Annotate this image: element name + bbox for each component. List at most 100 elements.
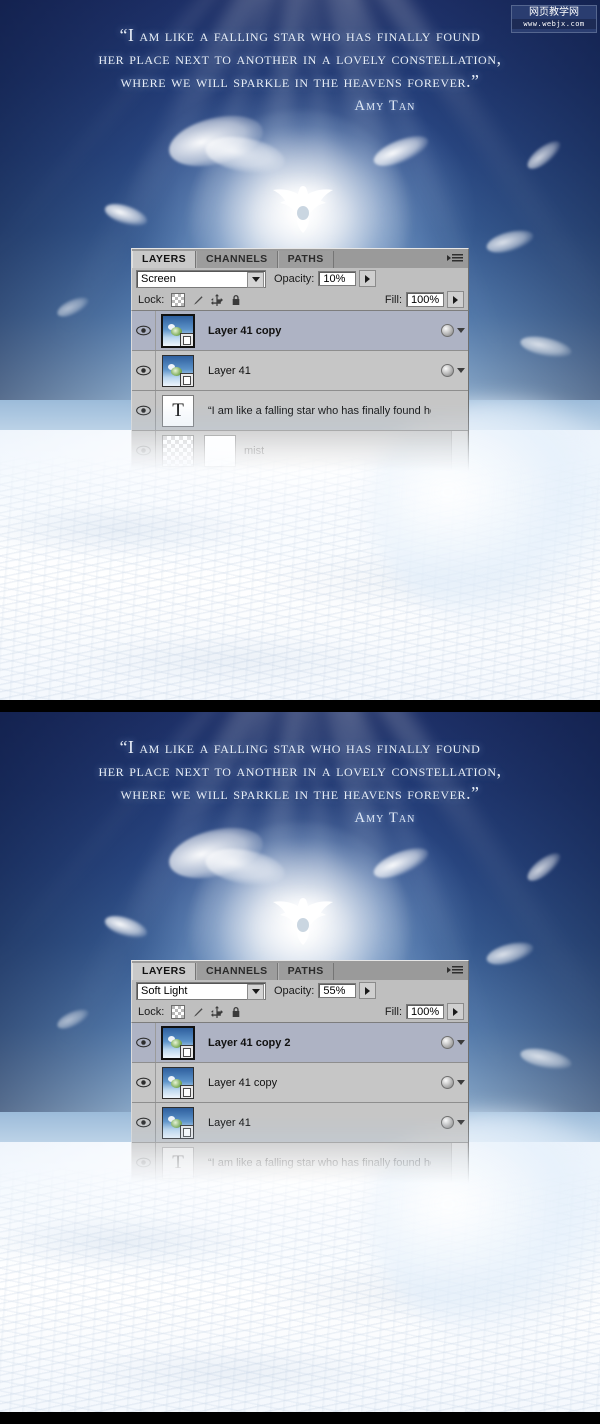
layer-name[interactable]: Layer 41 — [200, 365, 431, 377]
layer-name[interactable]: “I am like a falling star who has finall… — [200, 405, 431, 417]
layer-name[interactable]: Layer 41 — [200, 1117, 431, 1129]
layer-thumbnail-cell[interactable]: T — [156, 394, 200, 427]
blend-opacity-row[interactable]: Screen Opacity: 10% — [131, 268, 469, 289]
layer-thumbnail[interactable] — [161, 1025, 195, 1060]
lock-all-icon[interactable] — [230, 294, 242, 306]
chevron-down-icon[interactable] — [457, 368, 465, 373]
panel-menu-icon[interactable] — [447, 253, 463, 265]
layer-thumbnail[interactable] — [162, 1066, 194, 1099]
blend-opacity-row[interactable]: Soft Light Opacity: 55% — [131, 980, 469, 1001]
layers-panel[interactable]: LAYERS CHANNELS PATHS Soft Light Opacity… — [131, 960, 469, 1183]
layer-thumbnail[interactable] — [162, 354, 194, 387]
fill-input[interactable]: 100% — [406, 1004, 444, 1019]
layer-style-icon[interactable] — [441, 1036, 454, 1049]
layer-name[interactable]: Layer 41 copy — [200, 1077, 431, 1089]
watermark: 网页教学网 www.webjx.com — [511, 5, 597, 33]
layer-list[interactable]: Layer 41 copy Layer 41 T “I am like a fa… — [131, 311, 469, 471]
lock-transparent-pixels-icon[interactable] — [171, 1004, 186, 1019]
layer-row[interactable]: mist — [132, 431, 468, 471]
layer-thumbnail-cell[interactable]: T — [156, 1146, 200, 1179]
quote-author: Amy Tan — [354, 98, 416, 114]
layer-style-icon[interactable] — [441, 364, 454, 377]
dove-icon — [268, 172, 338, 244]
fill-stepper-icon[interactable] — [447, 291, 464, 308]
text-layer-thumbnail[interactable]: T — [162, 394, 194, 427]
layer-name[interactable]: Layer 41 copy — [200, 325, 431, 337]
layer-mask-thumbnail[interactable] — [204, 434, 236, 467]
tab-layers[interactable]: LAYERS — [132, 963, 197, 980]
layer-thumbnail-cell[interactable] — [156, 434, 200, 467]
text-layer-thumbnail[interactable]: T — [162, 1146, 194, 1179]
layer-visibility-toggle[interactable] — [132, 1103, 156, 1142]
tab-paths[interactable]: PATHS — [277, 963, 334, 980]
lock-fill-row[interactable]: Lock: Fill: 100% — [131, 289, 469, 311]
blend-mode-select[interactable]: Screen — [136, 269, 266, 288]
chevron-down-icon[interactable] — [247, 983, 264, 1000]
opacity-input[interactable]: 55% — [318, 983, 357, 998]
layer-row[interactable]: Layer 41 — [132, 1103, 468, 1143]
layer-thumbnail[interactable] — [161, 313, 195, 348]
layer-row[interactable]: T “I am like a falling star who has fina… — [132, 1143, 468, 1183]
lock-image-pixels-icon[interactable] — [192, 294, 204, 306]
eye-icon — [136, 325, 151, 336]
layer-thumbnail-cell[interactable] — [156, 313, 200, 348]
watermark-cn: 网页教学网 — [529, 7, 579, 18]
layer-thumbnail[interactable] — [162, 434, 194, 467]
layer-thumbnail-cell[interactable] — [156, 354, 200, 387]
artwork-bottom: “I am like a falling star who has finall… — [0, 712, 600, 1412]
layer-visibility-toggle[interactable] — [132, 351, 156, 390]
layer-list[interactable]: Layer 41 copy 2 Layer 41 copy Layer 41 T… — [131, 1023, 469, 1183]
layer-name[interactable]: “I am like a falling star who has finall… — [200, 1157, 431, 1169]
layer-visibility-toggle[interactable] — [132, 431, 156, 470]
blend-mode-select[interactable]: Soft Light — [136, 981, 266, 1000]
lock-fill-row[interactable]: Lock: Fill: 100% — [131, 1001, 469, 1023]
lock-position-icon[interactable] — [211, 1005, 224, 1018]
layer-thumbnail-cell[interactable] — [156, 1066, 200, 1099]
opacity-stepper-icon[interactable] — [359, 982, 377, 999]
layer-style-icon[interactable] — [441, 324, 454, 337]
panel-tab-bar[interactable]: LAYERS CHANNELS PATHS — [131, 248, 469, 268]
layer-visibility-toggle[interactable] — [132, 1023, 156, 1062]
layer-visibility-toggle[interactable] — [132, 1143, 156, 1182]
tab-layers[interactable]: LAYERS — [132, 251, 197, 268]
layer-visibility-toggle[interactable] — [132, 311, 156, 350]
fill-input[interactable]: 100% — [406, 292, 444, 307]
layer-visibility-toggle[interactable] — [132, 1063, 156, 1102]
opacity-stepper-icon[interactable] — [359, 270, 377, 287]
layer-visibility-toggle[interactable] — [132, 391, 156, 430]
chevron-down-icon[interactable] — [457, 328, 465, 333]
lock-all-icon[interactable] — [230, 1006, 242, 1018]
chevron-down-icon[interactable] — [247, 271, 264, 288]
blend-mode-value: Soft Light — [141, 984, 188, 997]
layers-panel[interactable]: LAYERS CHANNELS PATHS Screen Opacity: 10… — [131, 248, 469, 471]
chevron-down-icon[interactable] — [457, 1040, 465, 1045]
layer-row[interactable]: Layer 41 — [132, 351, 468, 391]
layer-row[interactable]: Layer 41 copy 2 — [132, 1023, 468, 1063]
layer-style-icon[interactable] — [441, 1116, 454, 1129]
layer-thumbnail-cell[interactable] — [156, 1106, 200, 1139]
layer-name[interactable]: Layer 41 copy 2 — [200, 1037, 431, 1049]
tab-channels[interactable]: CHANNELS — [196, 251, 278, 268]
tab-channels[interactable]: CHANNELS — [196, 963, 278, 980]
panel-menu-icon[interactable] — [447, 965, 463, 977]
chevron-down-icon[interactable] — [457, 1120, 465, 1125]
opacity-input[interactable]: 10% — [318, 271, 357, 286]
eye-icon — [136, 365, 151, 376]
tab-paths[interactable]: PATHS — [277, 251, 334, 268]
artwork-top: “I am like a falling star who has finall… — [0, 0, 600, 700]
eye-icon — [136, 405, 151, 416]
chevron-down-icon[interactable] — [457, 1080, 465, 1085]
layer-row[interactable]: Layer 41 copy — [132, 1063, 468, 1103]
eye-icon — [136, 1117, 151, 1128]
fill-stepper-icon[interactable] — [447, 1003, 464, 1020]
layer-thumbnail[interactable] — [162, 1106, 194, 1139]
lock-transparent-pixels-icon[interactable] — [171, 292, 186, 307]
layer-name[interactable]: mist — [236, 445, 431, 457]
layer-style-icon[interactable] — [441, 1076, 454, 1089]
layer-row[interactable]: Layer 41 copy — [132, 311, 468, 351]
layer-row[interactable]: T “I am like a falling star who has fina… — [132, 391, 468, 431]
panel-tab-bar[interactable]: LAYERS CHANNELS PATHS — [131, 960, 469, 980]
layer-thumbnail-cell[interactable] — [156, 1025, 200, 1060]
lock-position-icon[interactable] — [211, 293, 224, 306]
lock-image-pixels-icon[interactable] — [192, 1006, 204, 1018]
